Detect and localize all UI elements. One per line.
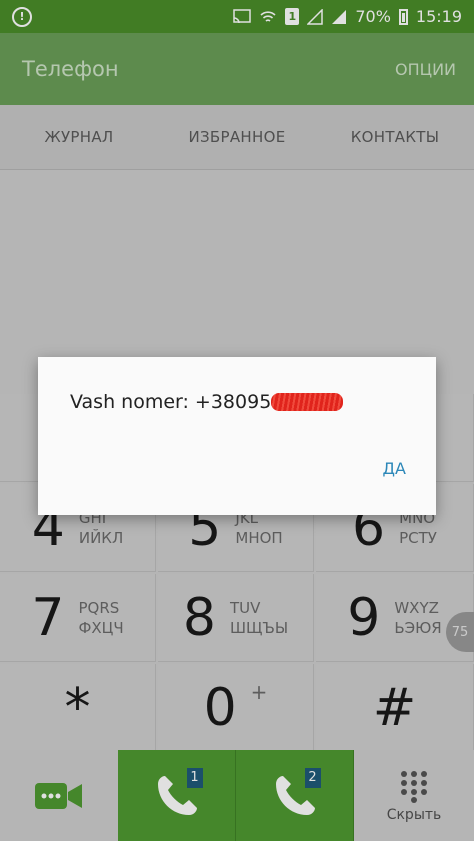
- dialog-message-row: Vash nomer: +38095: [70, 391, 344, 413]
- dialog-message: Vash nomer: +38095: [70, 391, 272, 413]
- number-dialog: Vash nomer: +38095 ДА: [38, 357, 436, 515]
- dialog-ok-button[interactable]: ДА: [383, 459, 406, 478]
- redaction-scribble: [271, 393, 344, 411]
